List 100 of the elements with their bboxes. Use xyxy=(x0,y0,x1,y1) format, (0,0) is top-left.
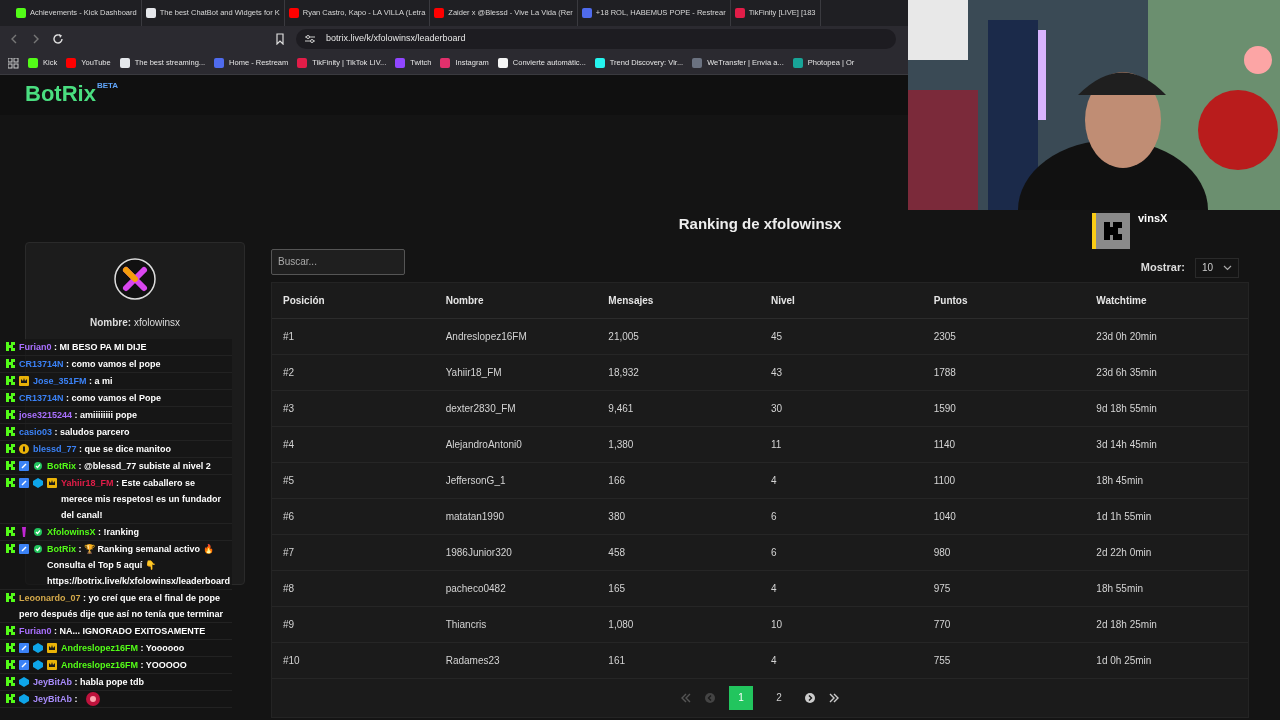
column-header[interactable]: Watchtime xyxy=(1085,292,1248,308)
table-cell-text: 755 xyxy=(932,653,952,668)
table-cell-text: 975 xyxy=(932,581,952,596)
table-cell-text: 11 xyxy=(770,437,783,452)
table-cell-text: JeffersonG_1 xyxy=(444,473,507,488)
page-button[interactable]: 2 xyxy=(767,685,791,710)
kick-badge-icon xyxy=(6,410,15,419)
chat-message: BotRix : @blessd_77 subiste al nivel 2 xyxy=(47,460,211,473)
table-cell-text: 6 xyxy=(770,545,778,560)
page-size-select[interactable]: 10 xyxy=(1194,257,1239,278)
table-cell-text: 2d 18h 25min xyxy=(1095,617,1158,632)
table-cell-text: 380 xyxy=(607,509,626,524)
chat-message: blessd_77 : que se dice manitoo xyxy=(33,443,172,456)
chat-message: casio03 : saludos parcero xyxy=(19,426,130,439)
table-cell-text: 3d 14h 45min xyxy=(1095,437,1158,452)
table-cell-text: 18h 55min xyxy=(1095,581,1145,596)
kick-badge-icon xyxy=(6,643,15,652)
page-title: Ranking de xfolowinsx xyxy=(678,214,842,234)
table-cell-text: 1140 xyxy=(932,437,957,452)
table-cell-text: Radames23 xyxy=(444,653,501,668)
table-cell-text: #8 xyxy=(282,581,296,596)
chat-message: XfolowinsX : !ranking xyxy=(47,526,140,539)
table-cell-text: matatan1990 xyxy=(444,509,506,524)
site-settings-icon[interactable] xyxy=(304,33,316,45)
table-cell-text: 1986Junior320 xyxy=(444,545,513,560)
kick-badge-icon xyxy=(6,527,15,536)
chat-message: Furian0 : MI BESO PA MI DIJE xyxy=(19,341,147,354)
chat-message: Yahiir18_FM : Este caballero se merece mis respetos! es un fundador del canal! xyxy=(61,477,223,522)
column-header[interactable]: Nombre xyxy=(434,292,598,308)
table-cell-text: 43 xyxy=(770,365,784,380)
table-cell-text: 1788 xyxy=(932,365,957,380)
table-cell-text: 9,461 xyxy=(607,401,635,416)
table-cell-text: 6 xyxy=(770,509,778,524)
table-cell-text: dexter2830_FM xyxy=(444,401,517,416)
search-field[interactable]: Buscar... xyxy=(271,248,405,275)
chat-message: Andreslopez16FM : Yoooooo xyxy=(61,642,185,655)
table-cell-text: #2 xyxy=(282,365,296,380)
table-cell-text: pacheco0482 xyxy=(444,581,507,596)
bookmark-icon[interactable] xyxy=(274,33,286,45)
kick-badge-icon xyxy=(6,427,15,436)
column-header[interactable]: Puntos xyxy=(922,292,1086,308)
table-cell-text: 770 xyxy=(932,617,952,632)
chat-message: CR13714N : como vamos el pope xyxy=(19,358,161,371)
table-cell-text: 161 xyxy=(607,653,626,668)
table-cell-text: 1d 1h 55min xyxy=(1095,509,1153,524)
address-bar[interactable]: botrix.live/k/xfolowinsx/leaderboard xyxy=(296,29,896,49)
table-cell-text: 1,380 xyxy=(607,437,635,452)
table-cell-text: 4 xyxy=(770,581,778,596)
table-cell-text: 458 xyxy=(607,545,626,560)
table-cell-text: 1,080 xyxy=(607,617,635,632)
logo-text[interactable]: BotRix xyxy=(25,83,96,105)
table-cell-text: 2d 22h 0min xyxy=(1095,545,1153,560)
beta-label: BETA xyxy=(96,80,119,92)
table-cell-text: 45 xyxy=(770,329,784,344)
letter-k-icon xyxy=(1103,221,1123,241)
kick-badge-icon xyxy=(6,593,15,602)
profile-name: Nombre: xfolowinsx xyxy=(90,316,180,330)
table-cell-text: 23d 6h 35min xyxy=(1095,365,1158,380)
alert-text: vinsX xyxy=(1138,213,1168,224)
table-cell-text: #9 xyxy=(282,617,296,632)
kick-badge-icon xyxy=(6,544,15,553)
kick-badge-icon xyxy=(6,478,15,487)
table-cell-text: Thiancris xyxy=(444,617,488,632)
next-page-icon[interactable] xyxy=(805,692,815,703)
kick-badge-icon xyxy=(6,376,15,385)
chat-message: BotRix : 🏆 Ranking semanal activo 🔥 Consulta el Top 5 aquí 👇 https://botrix.live/k/xfolowinsx/leaderboard xyxy=(47,543,228,588)
kick-badge-icon xyxy=(6,626,15,635)
column-header[interactable]: Posición xyxy=(272,292,435,308)
kick-badge-icon xyxy=(6,444,15,453)
apps-grid-icon[interactable] xyxy=(8,57,19,69)
chat-message: JeyBitAb : habla pope tdb xyxy=(33,676,144,689)
column-header[interactable]: Nivel xyxy=(760,292,923,308)
column-header[interactable]: Mensajes xyxy=(597,292,760,308)
table-cell-text: 980 xyxy=(932,545,952,560)
table-cell-text: 18h 45min xyxy=(1095,473,1145,488)
last-page-icon[interactable] xyxy=(829,692,839,703)
chat-message: jose3215244 : amiiiiiiii pope xyxy=(19,409,138,422)
table-cell-text: #10 xyxy=(282,653,301,668)
table-cell-text: 1d 0h 25min xyxy=(1095,653,1153,668)
table-cell-text: Andreslopez16FM xyxy=(444,329,528,344)
table-cell-text: #1 xyxy=(282,329,296,344)
kick-badge-icon xyxy=(6,461,15,470)
table-cell-text: 1100 xyxy=(932,473,957,488)
reload-icon[interactable] xyxy=(52,33,64,45)
chat-message: JeyBitAb : xyxy=(33,693,78,706)
kick-badge-icon xyxy=(6,393,15,402)
kick-badge-icon xyxy=(6,694,15,703)
table-cell-text: #4 xyxy=(282,437,296,452)
kick-badge-icon xyxy=(6,677,15,686)
table-cell-text: 166 xyxy=(607,473,626,488)
chevron-down-icon xyxy=(1223,264,1232,271)
kick-badge-icon xyxy=(6,359,15,368)
show-label: Mostrar: xyxy=(1140,260,1185,276)
table-cell-text: #6 xyxy=(282,509,296,524)
chat-message: CR13714N : como vamos el Pope xyxy=(19,392,162,405)
table-cell-text: 23d 0h 20min xyxy=(1095,329,1158,344)
chat-message: Furian0 : NA... IGNORADO EXITOSAMENTE xyxy=(19,625,206,638)
table-cell-text: AlejandroAntoni0 xyxy=(444,437,523,452)
table-cell-text: #3 xyxy=(282,401,296,416)
table-cell-text: 1040 xyxy=(932,509,957,524)
